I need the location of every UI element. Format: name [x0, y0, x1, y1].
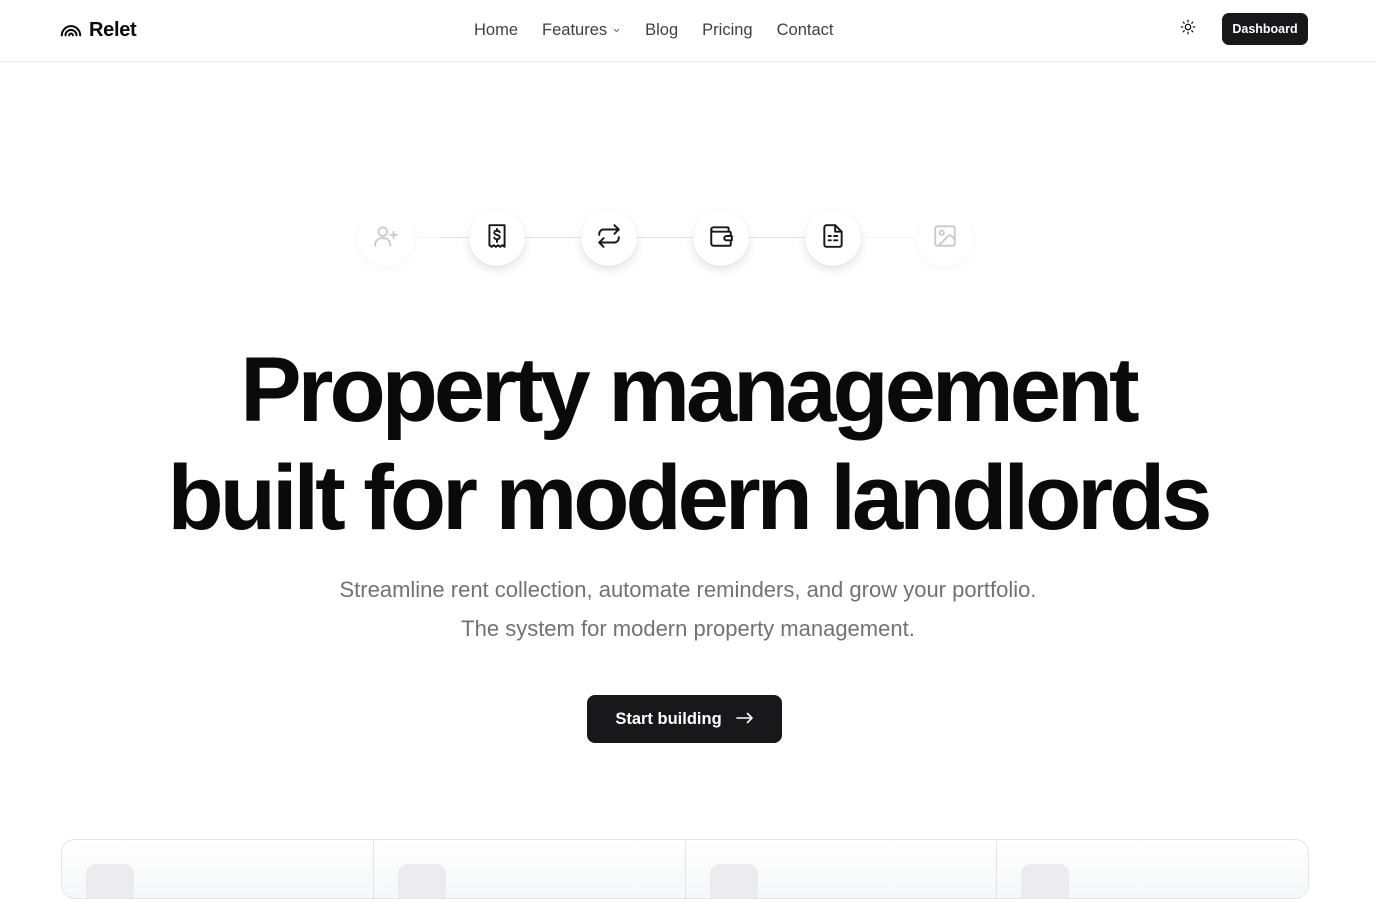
main-nav: Home Features Blog Pricing Contact [474, 18, 833, 42]
nav-item-label: Contact [776, 20, 834, 39]
sun-icon [1180, 19, 1196, 40]
arrow-right-icon [735, 710, 754, 729]
hero-headline-line-2: built for modern landlords [167, 447, 1213, 549]
repeat-icon [596, 223, 622, 254]
nav-item-home[interactable]: Home [474, 21, 518, 40]
nav-item-label: Blog [645, 20, 679, 39]
hero-subtitle-line-1: Streamline rent collection, automate rem… [339, 577, 1037, 602]
rainbow-arc-icon [60, 17, 82, 44]
feature-card [62, 840, 374, 898]
nav-item-pricing[interactable]: Pricing [702, 21, 752, 40]
nav-item-label: Features [542, 20, 608, 39]
nav-item-label: Home [474, 20, 519, 39]
hero-subtitle-line-2: The system for modern property managemen… [461, 616, 915, 641]
nav-item-contact[interactable]: Contact [777, 21, 834, 40]
chain-node-receipt [469, 210, 525, 266]
nav-item-label: Pricing [702, 20, 753, 39]
card-icon-placeholder [397, 864, 446, 898]
card-icon-placeholder [86, 864, 134, 898]
user-plus-icon [373, 223, 399, 254]
nav-item-blog[interactable]: Blog [645, 21, 678, 40]
feature-cards [61, 839, 1309, 899]
hero-headline: Property management built for modern lan… [0, 336, 1376, 552]
feature-card [686, 840, 998, 898]
brand-logo-link[interactable]: Relet [60, 16, 137, 44]
card-icon-placeholder [709, 864, 758, 898]
chain-node-wallet [693, 210, 749, 266]
feature-card [374, 840, 686, 898]
site-header: Relet Home Features Blog Pricing Contact [0, 0, 1376, 62]
image-icon [932, 223, 958, 254]
chain-node-user-plus [358, 210, 414, 266]
document-icon [820, 223, 846, 254]
chain-node-repeat [581, 210, 637, 266]
chevron-down-icon [612, 21, 621, 40]
nav-item-features[interactable]: Features [542, 21, 621, 40]
wallet-icon [708, 223, 734, 254]
cta-label: Start building [615, 709, 722, 728]
dashboard-button[interactable]: Dashboard [1222, 13, 1308, 45]
brand-name: Relet [89, 18, 137, 41]
feature-card [997, 840, 1308, 898]
start-building-button[interactable]: Start building [587, 695, 782, 743]
hero-headline-line-1: Property management [240, 339, 1139, 441]
theme-toggle-button[interactable] [1176, 17, 1200, 41]
hero-subtitle: Streamline rent collection, automate rem… [0, 570, 1376, 648]
chain-node-image [917, 210, 973, 266]
chain-node-document [805, 210, 861, 266]
card-icon-placeholder [1021, 864, 1070, 898]
feature-icon-chain [356, 210, 976, 268]
receipt-dollar-icon [484, 223, 510, 254]
